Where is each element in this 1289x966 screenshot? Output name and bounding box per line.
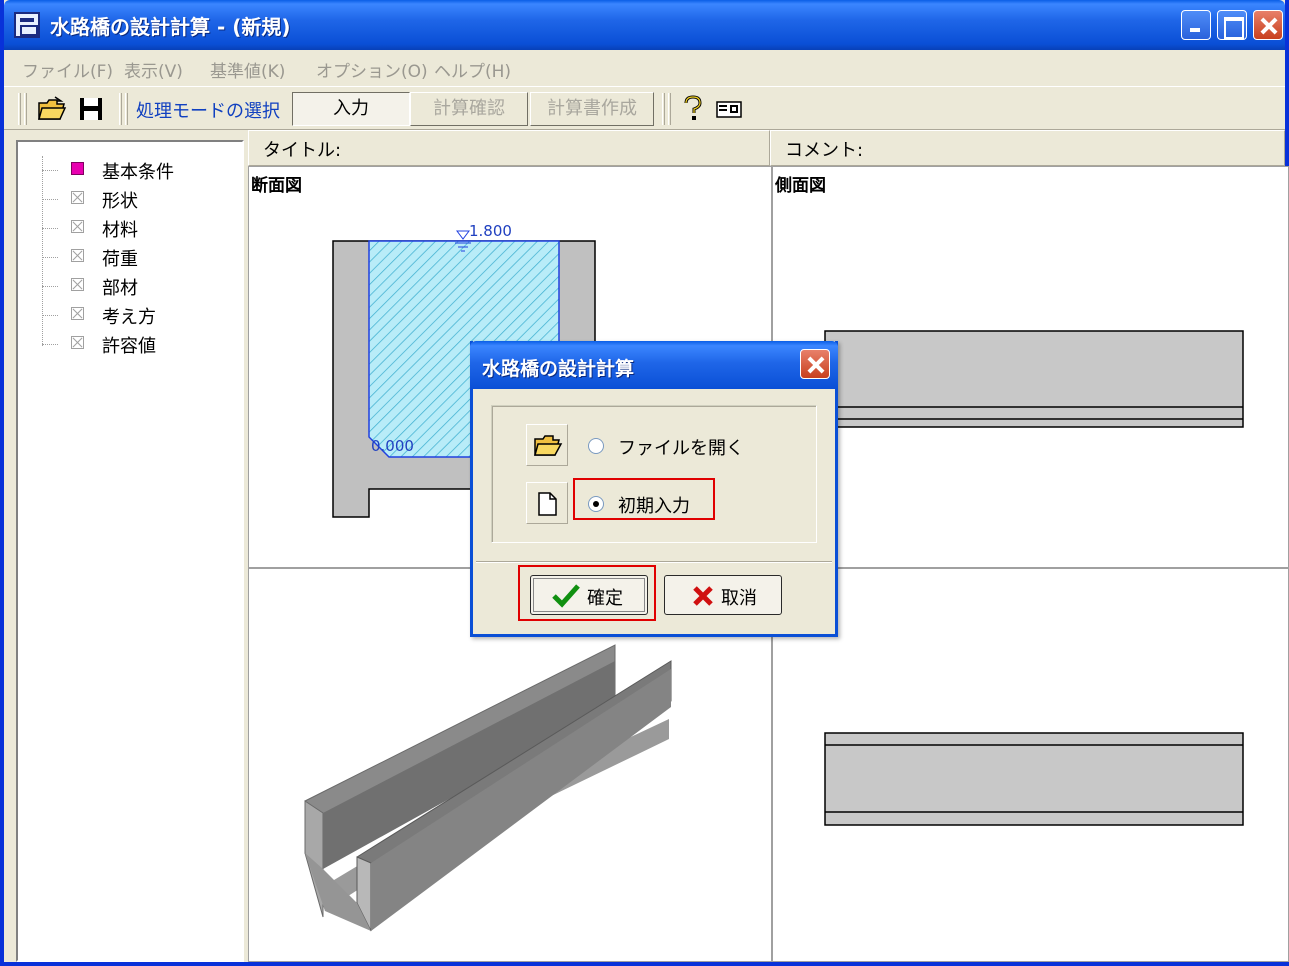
maximize-button[interactable] <box>1217 10 1247 40</box>
tree-item-label: 部材 <box>102 278 138 299</box>
tree-connector <box>42 156 43 346</box>
folder-open-icon <box>534 435 563 456</box>
tree-item-label: 形状 <box>102 191 138 212</box>
side-view-pane[interactable]: 側面図 <box>772 166 1289 568</box>
dialog-separator <box>476 561 832 563</box>
dialog-title: 水路橋の設計計算 <box>482 358 635 380</box>
open-file-label[interactable]: ファイルを開く <box>618 434 744 460</box>
dialog-close-button[interactable] <box>800 349 830 379</box>
folder-open-icon[interactable] <box>37 95 67 123</box>
startup-dialog: 水路橋の設計計算 ファイルを開く 初期入力 確定 取消 <box>470 341 838 637</box>
new-input-icon-button[interactable] <box>526 482 568 524</box>
menu-bar: ファイル(F) 表示(V) 基準値(K) オプション(O) ヘルプ(H) <box>4 50 1285 86</box>
water-level-label: 1.800 <box>469 222 512 240</box>
input-tree-panel: 基本条件 形状 材料 荷重 部材 考え方 許容値 <box>16 140 244 962</box>
unchecked-box-icon <box>71 191 84 204</box>
cross-icon <box>693 586 713 606</box>
cancel-button-label: 取消 <box>721 588 757 609</box>
mode-select-label: 処理モードの選択 <box>136 101 280 122</box>
help-icon[interactable] <box>678 95 708 123</box>
mode-calc-check-button[interactable]: 計算確認 <box>410 92 528 126</box>
menu-options[interactable]: オプション(O) <box>316 57 428 82</box>
tree-item-label: 許容値 <box>102 336 156 357</box>
unchecked-box-icon <box>71 336 84 349</box>
menu-help[interactable]: ヘルプ(H) <box>434 57 511 82</box>
bottom-level-label: 0.000 <box>371 437 414 455</box>
tree-item-label: 基本条件 <box>102 162 174 183</box>
tree-connector <box>42 199 58 200</box>
menu-view[interactable]: 表示(V) <box>124 57 183 82</box>
side-drawing <box>824 330 1244 428</box>
title-header[interactable]: タイトル: <box>248 130 770 166</box>
save-icon[interactable] <box>76 95 106 123</box>
unchecked-box-icon <box>71 278 84 291</box>
menu-file[interactable]: ファイル(F) <box>22 57 113 82</box>
tree-connector <box>42 257 58 258</box>
comment-header[interactable]: コメント: <box>770 130 1285 166</box>
end-view-pane[interactable] <box>772 568 1289 962</box>
minimize-button[interactable] <box>1181 10 1211 40</box>
toolbar-grip[interactable] <box>668 93 671 125</box>
unchecked-box-icon <box>71 307 84 320</box>
title-bar[interactable]: 水路橋の設計計算 - (新規) <box>4 0 1285 50</box>
close-button[interactable] <box>1253 10 1283 40</box>
toolbar-grip[interactable] <box>24 93 27 125</box>
option-group: ファイルを開く 初期入力 <box>491 405 817 543</box>
tree-item-label: 考え方 <box>102 307 156 328</box>
highlight-initial-input <box>573 478 715 520</box>
dialog-title-bar[interactable]: 水路橋の設計計算 <box>470 341 838 389</box>
toolbar-grip[interactable] <box>662 93 665 125</box>
cancel-button[interactable]: 取消 <box>664 575 782 615</box>
highlight-ok-button <box>518 565 656 621</box>
tree-connector <box>42 170 58 171</box>
unchecked-box-icon <box>71 249 84 262</box>
info-card-icon[interactable] <box>714 95 744 123</box>
tree-item-label: 荷重 <box>102 249 138 270</box>
tree-item-label: 材料 <box>102 220 138 241</box>
toolbar-grip[interactable] <box>125 93 128 125</box>
new-document-icon <box>538 492 557 516</box>
tree-connector <box>42 315 58 316</box>
window-title: 水路橋の設計計算 - (新規) <box>50 15 291 39</box>
unchecked-box-icon <box>71 220 84 233</box>
active-marker-icon <box>71 162 84 175</box>
tree-connector <box>42 344 58 345</box>
open-file-icon-button[interactable] <box>526 424 568 466</box>
main-window: 水路橋の設計計算 - (新規) ファイル(F) 表示(V) 基準値(K) オプシ… <box>0 0 1289 966</box>
tree-connector <box>42 228 58 229</box>
end-drawing <box>824 732 1244 826</box>
toolbar: 処理モードの選択 入力 計算確認 計算書作成 <box>4 86 1285 130</box>
mode-input-button[interactable]: 入力 <box>292 92 410 126</box>
app-icon <box>14 12 40 38</box>
toolbar-grip[interactable] <box>18 93 21 125</box>
menu-standard[interactable]: 基準値(K) <box>210 57 285 82</box>
toolbar-grip[interactable] <box>119 93 122 125</box>
tree-connector <box>42 286 58 287</box>
mode-report-button[interactable]: 計算書作成 <box>530 92 654 126</box>
open-file-radio[interactable] <box>588 438 604 454</box>
